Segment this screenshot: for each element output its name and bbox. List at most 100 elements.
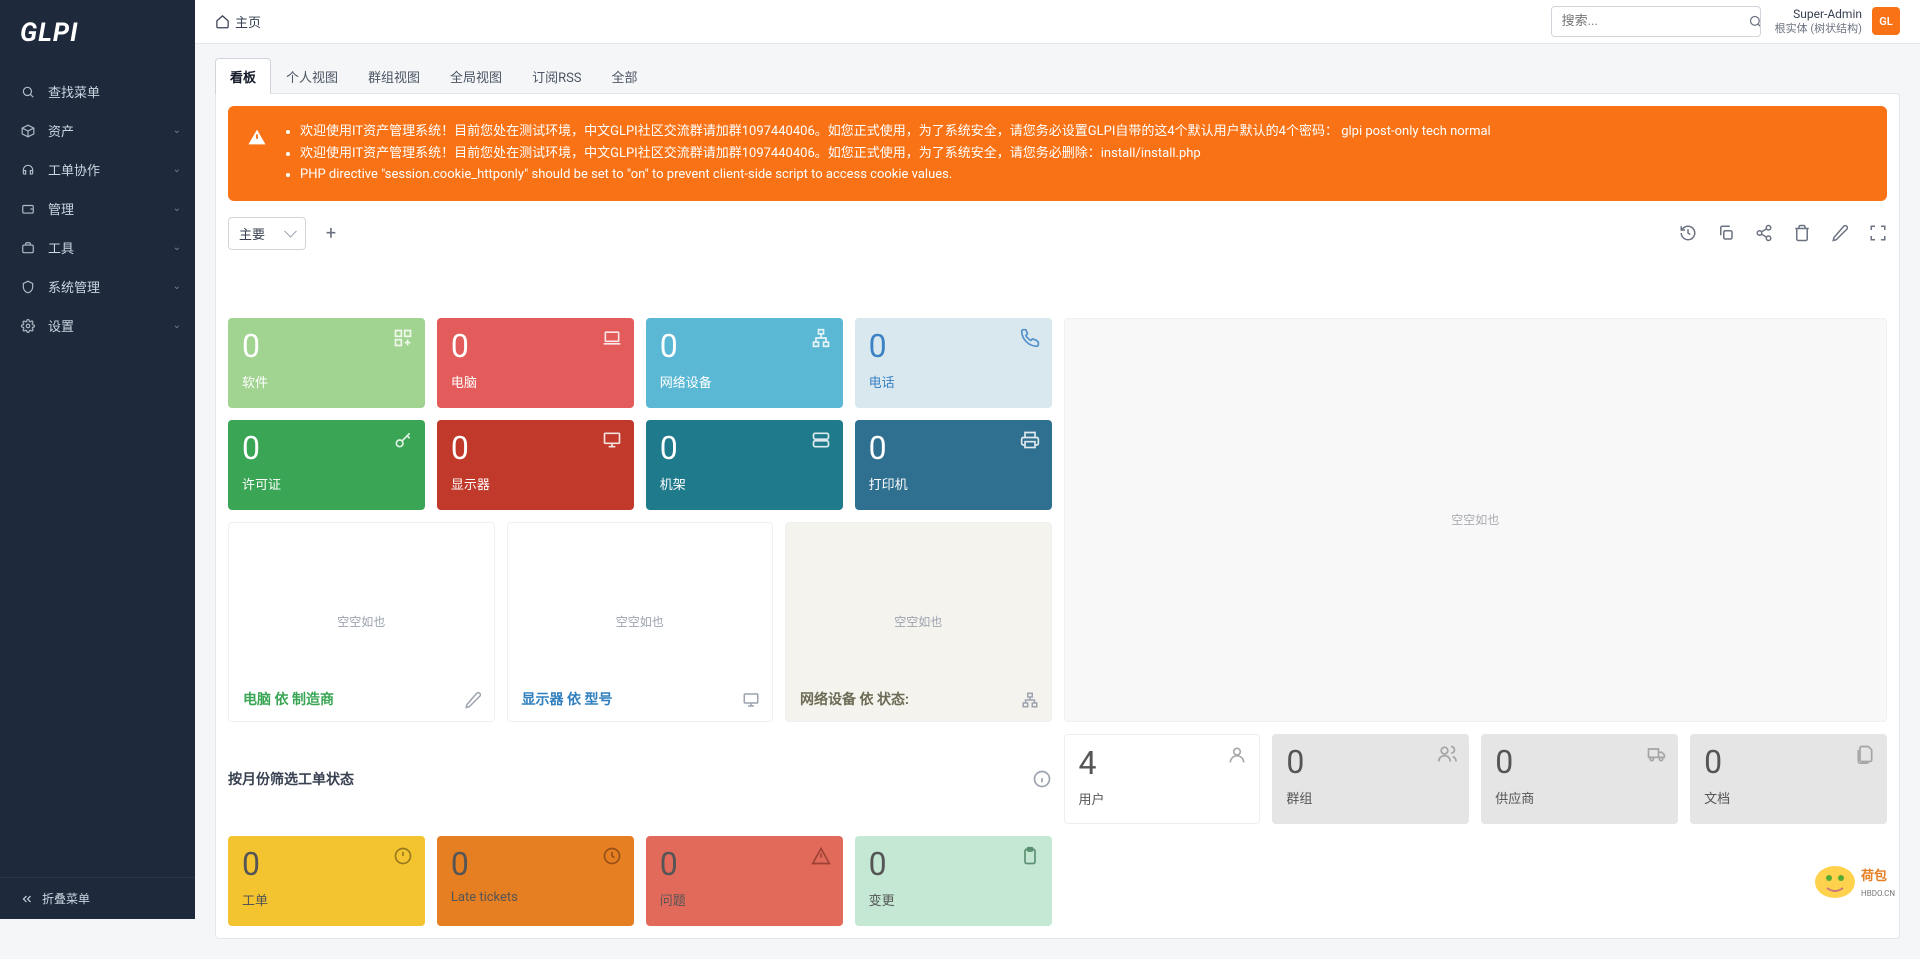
laptop-icon xyxy=(602,328,622,348)
delete-button[interactable] xyxy=(1793,224,1811,242)
collapse-menu[interactable]: 折叠菜单 xyxy=(0,877,195,919)
tab-dashboard[interactable]: 看板 xyxy=(215,58,271,94)
nav-setup[interactable]: 设置 ⌄ xyxy=(0,306,195,345)
chevron-down-icon: ⌄ xyxy=(173,281,181,292)
card-changes[interactable]: 0变更 xyxy=(855,836,1052,926)
clock-icon xyxy=(602,846,622,866)
card-computer-by-manufacturer[interactable]: 空空如也 电脑 依 制造商 xyxy=(228,522,495,722)
search-input[interactable] xyxy=(1552,7,1738,36)
card-title: 电脑 依 制造商 xyxy=(243,689,334,709)
dashboard-grid: 0软件 0电脑 0网络设备 0电话 0许可证 0显示器 0机架 0打印机 空空如… xyxy=(228,318,1887,926)
alert-line: PHP directive "session.cookie_httponly" … xyxy=(300,165,1491,185)
dashboard-toolbar: 主要 + xyxy=(228,213,1887,258)
nav-tools[interactable]: 工具 ⌄ xyxy=(0,228,195,267)
card-title: 网络设备 依 状态: xyxy=(800,689,909,709)
shield-icon xyxy=(20,279,36,295)
user-menu[interactable]: Super-Admin 根实体 (树状结构) GL xyxy=(1775,7,1900,37)
card-problems[interactable]: 0问题 xyxy=(646,836,843,926)
network-icon xyxy=(811,328,831,348)
trash-icon xyxy=(1793,224,1811,242)
headset-icon xyxy=(20,162,36,178)
tab-personal[interactable]: 个人视图 xyxy=(271,58,353,94)
monitor-icon xyxy=(602,430,622,450)
apps-icon xyxy=(393,328,413,348)
add-dashboard-button[interactable]: + xyxy=(316,218,346,248)
main-panel: 欢迎使用IT资产管理系统！目前您处在测试环境，中文GLPI社区交流群请加群109… xyxy=(215,93,1900,939)
info-icon[interactable] xyxy=(1032,769,1052,789)
nav-assets[interactable]: 资产 ⌄ xyxy=(0,111,195,150)
edit-icon xyxy=(1831,224,1849,242)
user-entity: 根实体 (树状结构) xyxy=(1775,22,1862,36)
nav-label: 查找菜单 xyxy=(48,82,100,101)
card-empty-large[interactable]: 空空如也 xyxy=(1064,318,1888,722)
history-icon xyxy=(1679,224,1697,242)
card-printer[interactable]: 0打印机 xyxy=(855,420,1052,510)
card-phone[interactable]: 0电话 xyxy=(855,318,1052,408)
edit-button[interactable] xyxy=(1831,224,1849,242)
files-icon xyxy=(1855,744,1875,764)
sitemap-icon xyxy=(1021,691,1039,709)
clone-button[interactable] xyxy=(1717,224,1735,242)
key-icon xyxy=(393,430,413,450)
card-rack[interactable]: 0机架 xyxy=(646,420,843,510)
card-computer[interactable]: 0电脑 xyxy=(437,318,634,408)
gear-icon xyxy=(20,318,36,334)
share-button[interactable] xyxy=(1755,224,1773,242)
tabs: 看板 个人视图 群组视图 全局视图 订阅RSS 全部 xyxy=(215,58,1900,93)
search-icon xyxy=(1748,14,1761,29)
card-users[interactable]: 4用户 xyxy=(1064,734,1261,824)
nav-management[interactable]: 管理 ⌄ xyxy=(0,189,195,228)
card-monitor[interactable]: 0显示器 xyxy=(437,420,634,510)
user-icon xyxy=(1227,745,1247,765)
alert: 欢迎使用IT资产管理系统！目前您处在测试环境，中文GLPI社区交流群请加群109… xyxy=(228,106,1887,201)
nav-label: 工具 xyxy=(48,238,74,257)
logo: GLPI xyxy=(0,0,195,66)
card-software[interactable]: 0软件 xyxy=(228,318,425,408)
search-icon xyxy=(20,84,36,100)
alert-triangle-icon xyxy=(811,846,831,866)
server-icon xyxy=(811,430,831,450)
card-license[interactable]: 0许可证 xyxy=(228,420,425,510)
share-icon xyxy=(1755,224,1773,242)
fullscreen-button[interactable] xyxy=(1869,224,1887,242)
dashboard-selector[interactable]: 主要 xyxy=(228,217,306,250)
alert-circle-icon xyxy=(393,846,413,866)
nav-label: 设置 xyxy=(48,316,74,335)
printer-icon xyxy=(1020,430,1040,450)
nav-label: 资产 xyxy=(48,121,74,140)
box-icon xyxy=(20,123,36,139)
card-tickets[interactable]: 0工单 xyxy=(228,836,425,926)
search-button[interactable] xyxy=(1738,7,1761,36)
card-network-by-status[interactable]: 空空如也 网络设备 依 状态: xyxy=(785,522,1052,722)
ticket-section-title: 按月份筛选工单状态 xyxy=(228,734,1052,824)
card-network[interactable]: 0网络设备 xyxy=(646,318,843,408)
chevron-down-icon: ⌄ xyxy=(173,164,181,175)
topbar: 主页 Super-Admin 根实体 (树状结构) GL xyxy=(195,0,1920,44)
nav-label: 系统管理 xyxy=(48,277,100,296)
briefcase-icon xyxy=(20,240,36,256)
breadcrumb[interactable]: 主页 xyxy=(215,12,261,31)
nav-search-menu[interactable]: 查找菜单 xyxy=(0,72,195,111)
tab-all[interactable]: 全部 xyxy=(597,58,653,94)
collapse-label: 折叠菜单 xyxy=(42,890,90,907)
tab-global[interactable]: 全局视图 xyxy=(435,58,517,94)
chevron-down-icon: ⌄ xyxy=(173,203,181,214)
sidebar: GLPI 查找菜单 资产 ⌄ 工单协作 ⌄ 管理 ⌄ xyxy=(0,0,195,919)
nav-admin[interactable]: 系统管理 ⌄ xyxy=(0,267,195,306)
edit-icon xyxy=(464,691,482,709)
card-suppliers[interactable]: 0供应商 xyxy=(1481,734,1678,824)
tab-group[interactable]: 群组视图 xyxy=(353,58,435,94)
card-documents[interactable]: 0文档 xyxy=(1690,734,1887,824)
history-button[interactable] xyxy=(1679,224,1697,242)
nav-helpdesk[interactable]: 工单协作 ⌄ xyxy=(0,150,195,189)
chevrons-left-icon xyxy=(20,892,34,906)
card-late-tickets[interactable]: 0Late tickets xyxy=(437,836,634,926)
nav-label: 工单协作 xyxy=(48,160,100,179)
tab-rss[interactable]: 订阅RSS xyxy=(517,58,596,94)
nav: 查找菜单 资产 ⌄ 工单协作 ⌄ 管理 ⌄ 工具 ⌄ xyxy=(0,66,195,877)
global-search xyxy=(1551,6,1761,37)
card-monitor-by-model[interactable]: 空空如也 显示器 依 型号 xyxy=(507,522,774,722)
chevron-down-icon: ⌄ xyxy=(173,242,181,253)
chevron-down-icon: ⌄ xyxy=(173,125,181,136)
card-groups[interactable]: 0群组 xyxy=(1272,734,1469,824)
